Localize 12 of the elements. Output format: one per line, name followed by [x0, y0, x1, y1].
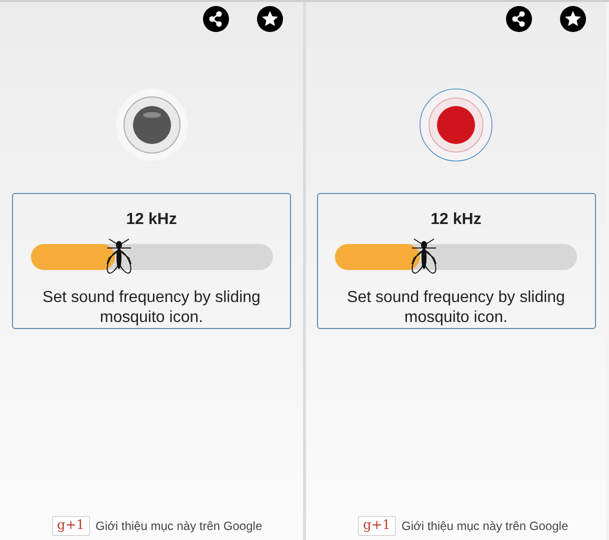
- recommend-label: Giới thiệu mục này trên Google: [402, 518, 568, 535]
- share-icon[interactable]: [506, 6, 532, 32]
- record-button[interactable]: [114, 88, 188, 162]
- frequency-value: 12 kHz: [126, 210, 177, 230]
- recommend-label: Giới thiệu mục này trên Google: [96, 518, 262, 535]
- plus-one-button[interactable]: g+1: [358, 516, 396, 536]
- hint-text: Set sound frequency by sliding mosquito icon.: [42, 288, 262, 328]
- record-button[interactable]: [419, 88, 493, 162]
- hint-text: Set sound frequency by sliding mosquito icon.: [346, 288, 566, 328]
- share-icon[interactable]: [203, 6, 229, 32]
- frequency-value: 12 kHz: [430, 210, 482, 230]
- plus-one-button[interactable]: g+1: [52, 516, 90, 536]
